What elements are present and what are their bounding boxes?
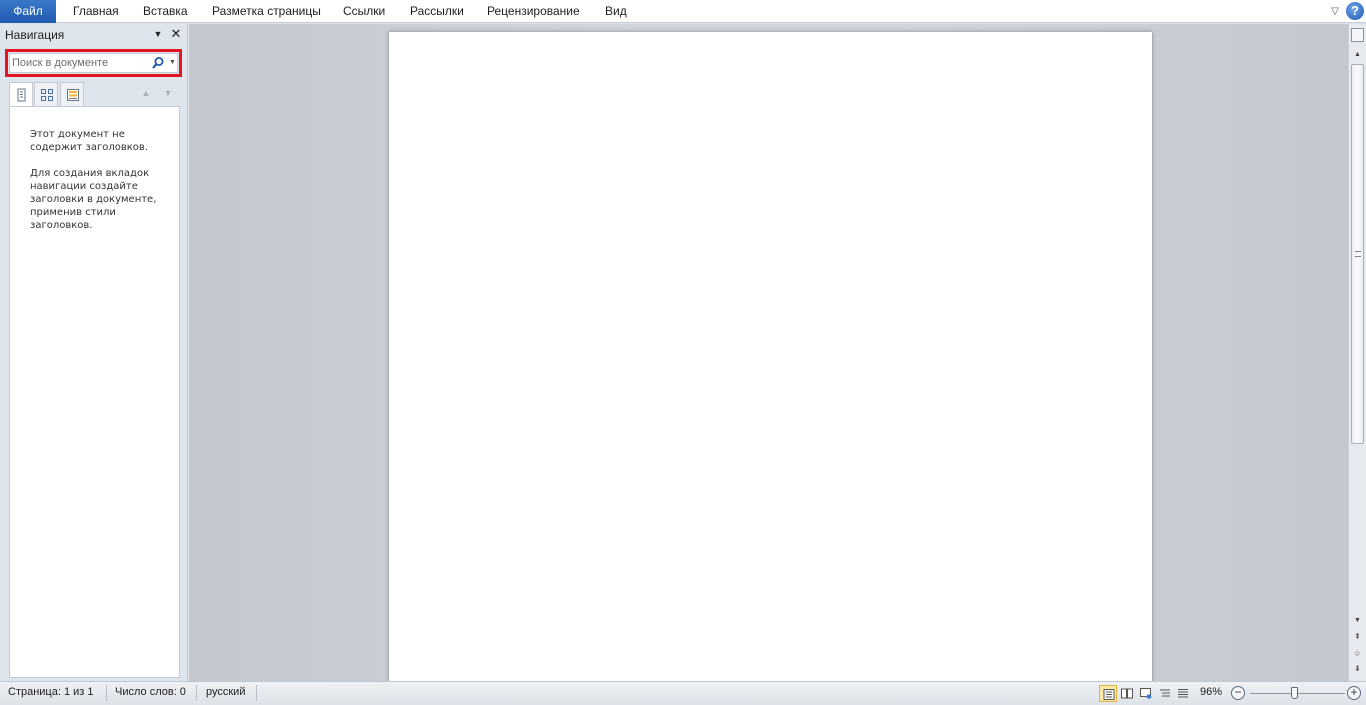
vertical-scrollbar[interactable]: ▲ ▼ ⇞ ○ ⇟ <box>1348 24 1366 681</box>
tab-insert[interactable]: Вставка <box>143 0 188 23</box>
select-browse-object-icon[interactable]: ○ <box>1350 646 1365 660</box>
ribbon-tab-bar: Файл Главная Вставка Разметка страницы С… <box>0 0 1366 23</box>
ribbon-minimize-icon[interactable]: ▽ <box>1328 5 1342 19</box>
document-page[interactable] <box>389 32 1152 681</box>
tab-home[interactable]: Главная <box>73 0 119 23</box>
navigation-title: Навигация <box>5 28 65 42</box>
search-box[interactable]: ▼ <box>9 53 178 73</box>
web-layout-view-button[interactable] <box>1137 685 1155 702</box>
navigation-header: Навигация ▼ ✕ <box>0 24 188 46</box>
navigation-tabs: ▲ ▼ <box>9 82 180 107</box>
search-options-chevron-icon[interactable]: ▼ <box>169 57 177 69</box>
tab-page-layout[interactable]: Разметка страницы <box>212 0 321 23</box>
tab-pages[interactable] <box>34 82 58 106</box>
status-separator <box>106 685 107 701</box>
document-area <box>189 24 1348 681</box>
tab-file[interactable]: Файл <box>0 0 56 23</box>
reading-view-button[interactable] <box>1118 685 1136 702</box>
scroll-grip-icon <box>1355 251 1361 257</box>
zoom-slider-thumb[interactable] <box>1291 687 1298 699</box>
search-icon[interactable] <box>151 56 165 70</box>
tab-view[interactable]: Вид <box>605 0 627 23</box>
close-icon[interactable]: ✕ <box>169 27 183 41</box>
next-page-icon[interactable]: ⇟ <box>1350 662 1365 676</box>
scroll-down-icon[interactable]: ▼ <box>1350 614 1365 628</box>
tab-references[interactable]: Ссылки <box>343 0 385 23</box>
status-separator <box>256 685 257 701</box>
outline-view-button[interactable] <box>1156 685 1174 702</box>
view-ruler-icon[interactable] <box>1351 28 1364 42</box>
no-headings-message: Этот документ не содержит заголовков. <box>30 129 148 153</box>
previous-heading-icon[interactable]: ▲ <box>140 88 152 98</box>
navigation-pane: Навигация ▼ ✕ ▼ ▲ ▼ Этот докуме <box>0 24 188 681</box>
next-heading-icon[interactable]: ▼ <box>162 88 174 98</box>
zoom-out-icon[interactable]: − <box>1231 686 1245 700</box>
navigation-content: Этот документ не содержит заголовков. Дл… <box>9 106 180 678</box>
chevron-down-icon[interactable]: ▼ <box>152 28 164 40</box>
tab-review[interactable]: Рецензирование <box>487 0 580 23</box>
tab-headings[interactable] <box>9 82 33 107</box>
zoom-level[interactable]: 96% <box>1200 686 1222 698</box>
scroll-up-icon[interactable]: ▲ <box>1350 48 1365 62</box>
scroll-thumb[interactable] <box>1351 64 1364 444</box>
word-count[interactable]: Число слов: 0 <box>115 686 186 698</box>
previous-page-icon[interactable]: ⇞ <box>1350 630 1365 644</box>
tab-mailings[interactable]: Рассылки <box>410 0 464 23</box>
draft-view-button[interactable] <box>1174 685 1192 702</box>
page-count[interactable]: Страница: 1 из 1 <box>8 686 94 698</box>
help-icon[interactable]: ? <box>1346 2 1364 20</box>
tab-results[interactable] <box>60 82 84 106</box>
status-bar: Страница: 1 из 1 Число слов: 0 русский 9… <box>0 681 1366 705</box>
ribbon-controls: ▽ ? <box>1326 0 1366 23</box>
language-indicator[interactable]: русский <box>206 686 245 698</box>
print-layout-view-button[interactable] <box>1099 685 1117 702</box>
status-separator <box>196 685 197 701</box>
headings-hint-message: Для создания вкладок навигации создайте … <box>30 168 157 231</box>
search-input[interactable] <box>12 55 144 71</box>
zoom-in-icon[interactable]: + <box>1347 686 1361 700</box>
